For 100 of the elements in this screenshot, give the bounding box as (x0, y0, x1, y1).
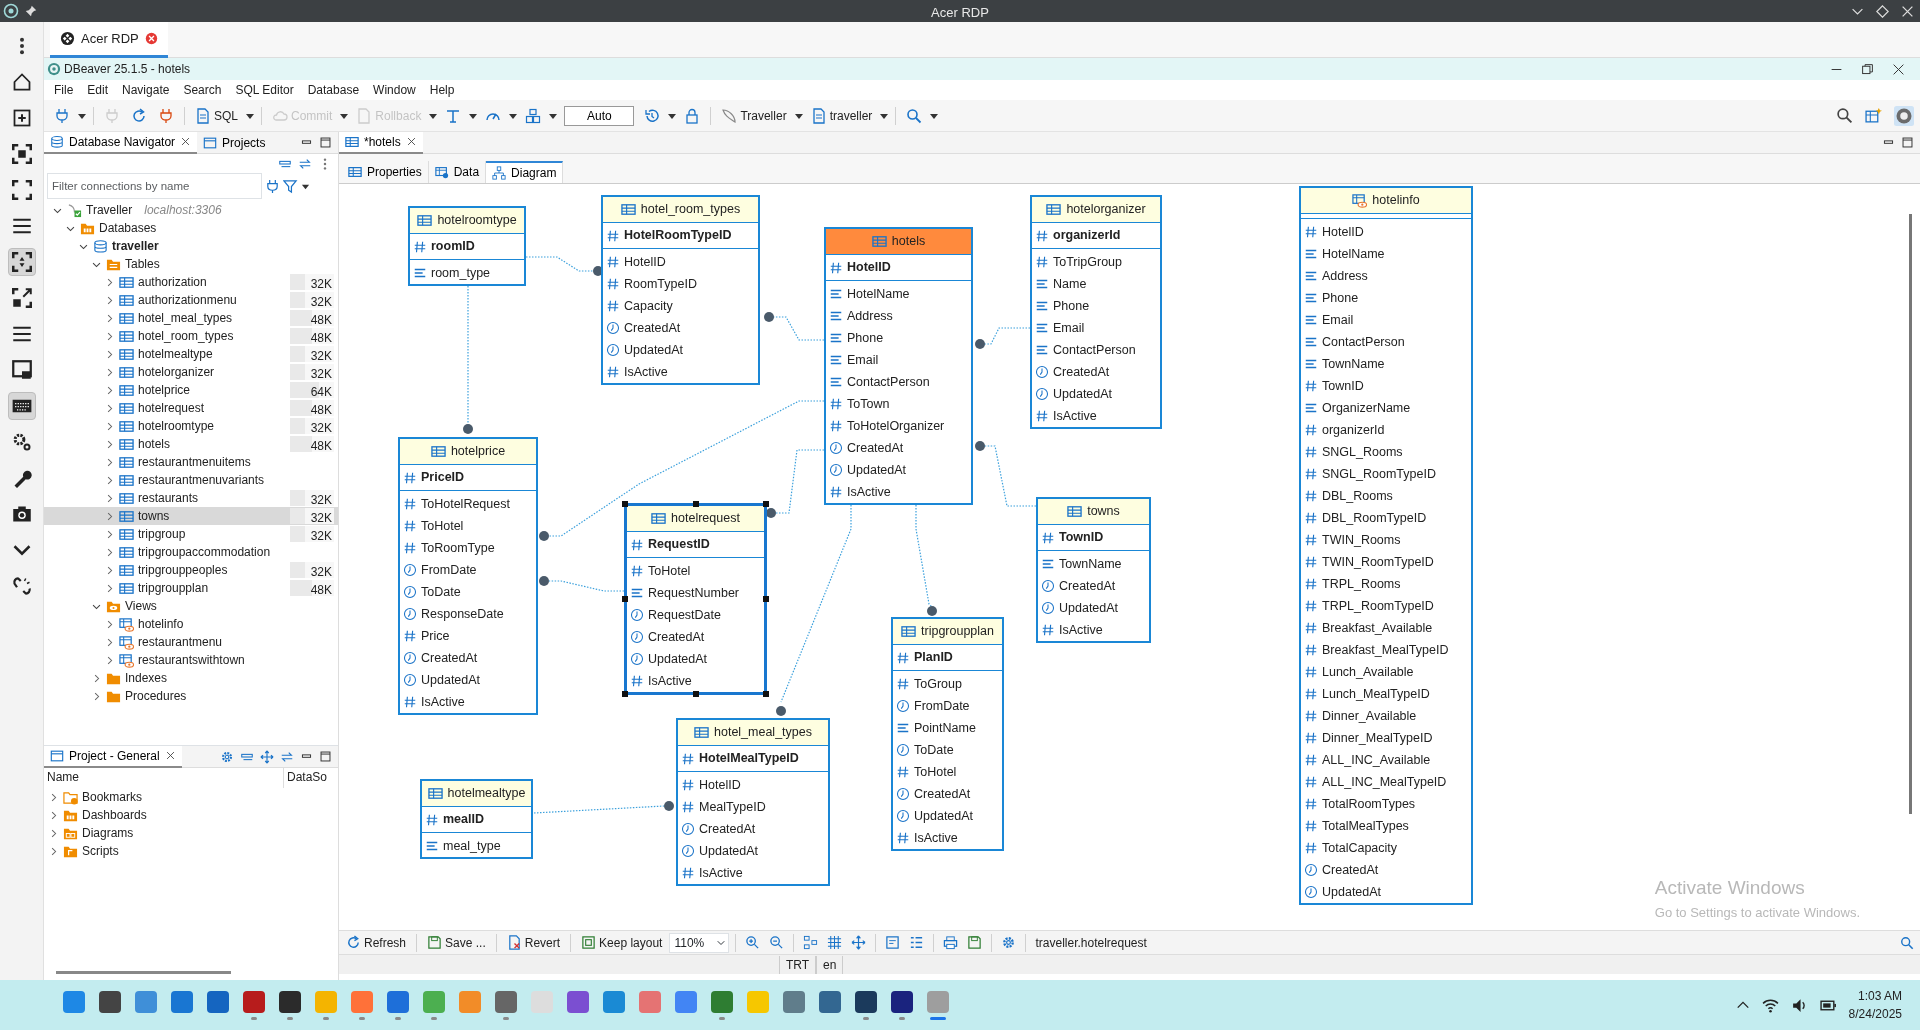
menu-item[interactable]: Navigate (115, 81, 177, 99)
gear-icon[interactable] (1001, 935, 1017, 950)
broken-link-icon[interactable] (11, 576, 32, 596)
tree-item[interactable]: restaurants 32K (44, 489, 338, 507)
window-icon[interactable] (11, 360, 32, 380)
relationship-line[interactable] (975, 327, 1031, 349)
tree-item[interactable]: restaurantmenuvariants (44, 471, 338, 489)
app-tile-icon[interactable] (746, 990, 770, 1014)
resize-handle[interactable] (622, 501, 628, 507)
sql-button[interactable]: SQL (191, 104, 242, 127)
expand-icon[interactable] (11, 288, 32, 308)
tree-item[interactable]: hotelmealtype 32K (44, 345, 338, 363)
entity-box[interactable]: hotelorganizer organizerId ToTripGroup Name Phone Email ContactPerson CreatedAt UpdatedAt IsActive (1030, 195, 1162, 429)
layout-button[interactable]: Keep layout (577, 931, 667, 954)
move-icon[interactable] (260, 749, 274, 764)
close-icon[interactable] (405, 136, 417, 147)
editor-tab[interactable]: *hotels (339, 131, 423, 154)
history-icon[interactable] (644, 107, 661, 124)
tree-item[interactable]: hotel_room_types 48K (44, 327, 338, 345)
menu-item[interactable]: Edit (80, 81, 116, 99)
entity-box[interactable]: hotelrequest RequestID ToHotel RequestNumber RequestDate CreatedAt UpdatedAt IsActive (624, 503, 767, 695)
app-tile-icon[interactable] (566, 990, 590, 1014)
move-icon[interactable] (851, 935, 867, 950)
entity-box[interactable]: hotel_room_types HotelRoomTypeID HotelID RoomTypeID Capacity CreatedAt UpdatedAt IsActive (601, 195, 760, 385)
corner-frame-icon[interactable] (11, 180, 32, 200)
printer-icon[interactable] (943, 935, 959, 950)
relationship-line[interactable] (463, 285, 473, 434)
search-icon[interactable] (1900, 935, 1914, 950)
list-icon[interactable] (909, 935, 925, 950)
app-tile-icon[interactable] (134, 990, 158, 1014)
tree-item[interactable]: hotel_meal_types 48K (44, 309, 338, 327)
session-tab[interactable]: Acer RDP (50, 22, 168, 58)
resize-handle[interactable] (763, 596, 769, 602)
app-tile-icon[interactable] (890, 990, 914, 1014)
app-tile-icon[interactable] (782, 990, 806, 1014)
tree-item[interactable]: Bookmarks (44, 788, 338, 806)
datasource-button[interactable]: Traveller (717, 104, 791, 127)
filter-field[interactable]: Filter connections by name (47, 173, 262, 199)
tree-item[interactable]: Tables (44, 255, 338, 273)
editor-subtab[interactable]: Diagram (486, 161, 564, 183)
column-header[interactable]: DataSo (284, 768, 331, 788)
tree-item[interactable]: tripgroupplan 48K (44, 579, 338, 597)
resize-handle[interactable] (763, 691, 769, 697)
resize-handle[interactable] (622, 691, 628, 697)
plus-square-icon[interactable] (11, 108, 32, 128)
diamond-icon[interactable] (1876, 4, 1889, 18)
app-tile-icon[interactable] (386, 990, 410, 1014)
restore-icon[interactable] (1861, 62, 1874, 76)
app-tile-icon[interactable] (170, 990, 194, 1014)
search-icon[interactable] (1836, 107, 1853, 124)
resize-handle[interactable] (763, 501, 769, 507)
panel-tab[interactable]: Project - General (44, 745, 182, 768)
filter-icon[interactable] (283, 178, 298, 194)
tree-item[interactable]: hotelroomtype 32K (44, 417, 338, 435)
app-tile-icon[interactable] (638, 990, 662, 1014)
perspective-icon[interactable] (1865, 107, 1882, 124)
menu-item[interactable]: Database (300, 81, 367, 99)
tree-item[interactable]: restaurantswithtown (44, 651, 338, 669)
schema-button[interactable]: traveller (806, 104, 877, 127)
tree-item[interactable]: traveller (44, 237, 338, 255)
menu-item[interactable]: Window (366, 81, 423, 99)
clock-time[interactable]: 1:03 AM (1848, 987, 1902, 1005)
tree-item[interactable]: hotels 48K (44, 435, 338, 453)
menu-icon[interactable] (11, 216, 32, 236)
app-tile-icon[interactable] (710, 990, 734, 1014)
entity-box[interactable]: hotelmealtype mealID meal_type (420, 779, 533, 859)
close-icon[interactable] (180, 136, 192, 147)
entity-box[interactable]: hotel_meal_types HotelMealTypeID HotelID MealTypeID CreatedAt UpdatedAt IsActive (676, 718, 830, 886)
app-tile-icon[interactable] (422, 990, 446, 1014)
camera-icon[interactable] (11, 504, 32, 524)
refresh-icon[interactable] (131, 107, 147, 124)
relationship-line[interactable] (915, 504, 937, 616)
fit-screen-icon[interactable] (11, 252, 32, 272)
gear-icon[interactable] (220, 749, 234, 764)
app-tile-icon[interactable] (314, 990, 338, 1014)
tree-item[interactable]: tripgroup 32K (44, 525, 338, 543)
entity-box[interactable]: hotelprice PriceID ToHotelRequest ToHotel ToRoomType FromDate ToDate ResponseDate Price CreatedAt UpdatedAt IsActive (398, 437, 538, 715)
close-icon[interactable] (1892, 62, 1905, 76)
entity-box[interactable]: hotels HotelID HotelName Address Phone Email ContactPerson ToTown ToHotelOrganizer CreatedAt UpdatedAt IsActive (824, 227, 973, 505)
gears-icon[interactable] (11, 432, 32, 452)
entity-box[interactable]: hotelroomtype roomID room_type (408, 206, 526, 286)
entity-box[interactable]: tripgroupplan PlanID ToGroup FromDate PointName ToDate ToHotel CreatedAt UpdatedAt IsActive (891, 617, 1004, 851)
menu-item[interactable]: SQL Editor (228, 81, 301, 99)
refresh-button[interactable]: Refresh (342, 931, 411, 954)
plug-icon[interactable] (158, 107, 174, 124)
app-tile-icon[interactable] (602, 990, 626, 1014)
menu-item[interactable]: Search (176, 81, 229, 99)
arrows-swap-icon[interactable] (298, 157, 312, 171)
tree-item[interactable]: towns 32K (44, 507, 338, 525)
tree-item[interactable]: hotelrequest 48K (44, 399, 338, 417)
app-tile-icon[interactable] (530, 990, 554, 1014)
relationship-line[interactable] (539, 400, 825, 541)
resize-handle[interactable] (622, 596, 628, 602)
maximize-icon[interactable] (1901, 136, 1914, 149)
tree-item[interactable]: authorizationmenu 32K (44, 291, 338, 309)
speaker-icon[interactable] (1790, 996, 1808, 1014)
focus-frame-icon[interactable] (11, 144, 32, 164)
tree-item[interactable]: Diagrams (44, 824, 338, 842)
tree-item[interactable]: Scripts (44, 842, 338, 860)
relationship-line[interactable] (539, 576, 625, 592)
